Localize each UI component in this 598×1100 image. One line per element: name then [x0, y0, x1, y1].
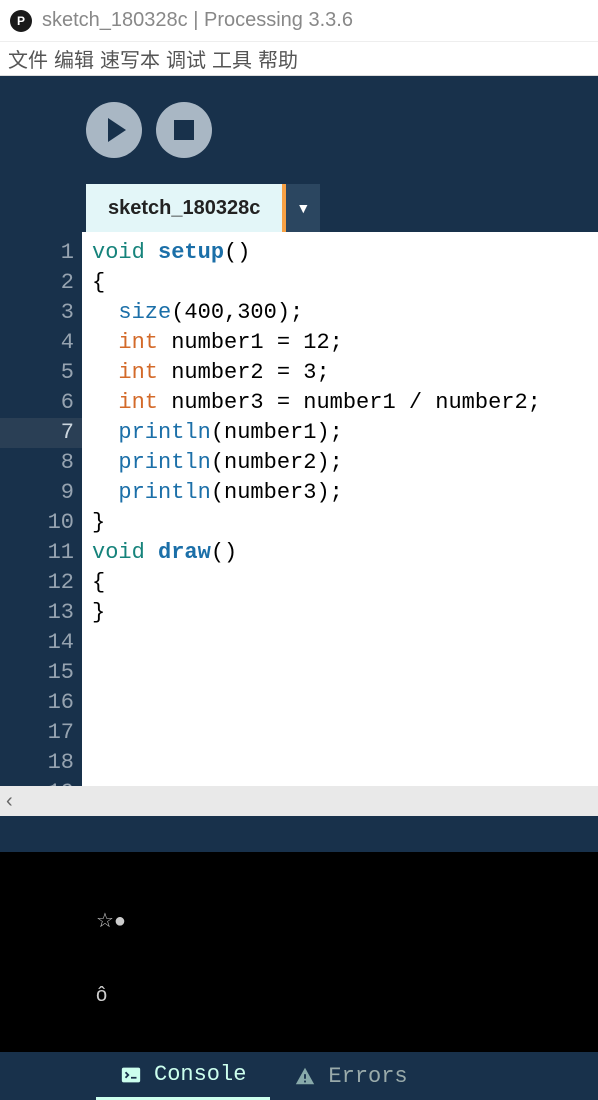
line-number: 3 — [0, 298, 74, 328]
code-line[interactable]: int number1 = 12; — [92, 328, 588, 358]
code-line[interactable]: } — [92, 508, 588, 538]
tab-row: sketch_180328c ▼ — [0, 184, 598, 232]
code-editor[interactable]: 12345678910111213141516171819 void setup… — [0, 232, 598, 786]
console-symbol-1: ☆● — [96, 908, 126, 933]
tab-console-label: Console — [154, 1062, 246, 1087]
stop-icon — [174, 120, 194, 140]
line-number: 8 — [0, 448, 74, 478]
line-number: 13 — [0, 598, 74, 628]
code-line[interactable]: void draw() — [92, 538, 588, 568]
line-number: 5 — [0, 358, 74, 388]
menu-sketch[interactable]: 速写本 — [100, 44, 160, 73]
line-number: 12 — [0, 568, 74, 598]
menu-file[interactable]: 文件 — [8, 44, 48, 73]
warning-icon — [294, 1065, 316, 1087]
console-symbol-2: ô — [96, 984, 107, 1007]
line-number: 4 — [0, 328, 74, 358]
app-icon: P — [10, 10, 32, 32]
tab-errors[interactable]: Errors — [270, 1052, 431, 1100]
sketch-tab[interactable]: sketch_180328c — [86, 184, 286, 232]
line-number: 1 — [0, 238, 74, 268]
line-number: 9 — [0, 478, 74, 508]
code-line[interactable]: int number2 = 3; — [92, 358, 588, 388]
menu-tools[interactable]: 工具 — [212, 44, 252, 73]
tab-dropdown[interactable]: ▼ — [286, 184, 320, 232]
console-divider[interactable] — [0, 816, 598, 852]
toolbar — [0, 76, 598, 184]
line-gutter: 12345678910111213141516171819 — [0, 232, 82, 786]
tab-console[interactable]: Console — [96, 1052, 270, 1100]
line-number: 18 — [0, 748, 74, 778]
menu-help[interactable]: 帮助 — [258, 44, 298, 73]
tab-errors-label: Errors — [328, 1064, 407, 1089]
console-output: ☆● ô — [0, 852, 598, 1052]
h-scrollbar[interactable]: ‹ — [0, 786, 598, 816]
titlebar: P sketch_180328c | Processing 3.3.6 — [0, 0, 598, 42]
line-number: 16 — [0, 688, 74, 718]
line-number: 6 — [0, 388, 74, 418]
line-number: 15 — [0, 658, 74, 688]
terminal-icon — [120, 1064, 142, 1086]
code-line[interactable]: } — [92, 598, 588, 628]
line-number: 7 — [0, 418, 82, 448]
code-line[interactable]: int number3 = number1 / number2; — [92, 388, 588, 418]
menu-edit[interactable]: 编辑 — [54, 44, 94, 73]
line-number: 2 — [0, 268, 74, 298]
play-icon — [108, 118, 126, 142]
code-area[interactable]: void setup(){ size(400,300); int number1… — [82, 232, 598, 786]
scroll-left-icon[interactable]: ‹ — [6, 790, 13, 813]
line-number: 11 — [0, 538, 74, 568]
code-line[interactable]: { — [92, 268, 588, 298]
code-line[interactable]: { — [92, 568, 588, 598]
run-button[interactable] — [86, 102, 142, 158]
code-line[interactable]: size(400,300); — [92, 298, 588, 328]
line-number: 14 — [0, 628, 74, 658]
menubar: 文件 编辑 速写本 调试 工具 帮助 — [0, 42, 598, 76]
window-title: sketch_180328c | Processing 3.3.6 — [42, 9, 353, 32]
code-line[interactable]: println(number1); — [92, 418, 588, 448]
code-line[interactable]: void setup() — [92, 238, 588, 268]
line-number: 10 — [0, 508, 74, 538]
line-number: 17 — [0, 718, 74, 748]
stop-button[interactable] — [156, 102, 212, 158]
code-line[interactable]: println(number3); — [92, 478, 588, 508]
bottom-tabs: Console Errors — [0, 1052, 598, 1100]
code-line[interactable]: println(number2); — [92, 448, 588, 478]
menu-debug[interactable]: 调试 — [166, 44, 206, 73]
